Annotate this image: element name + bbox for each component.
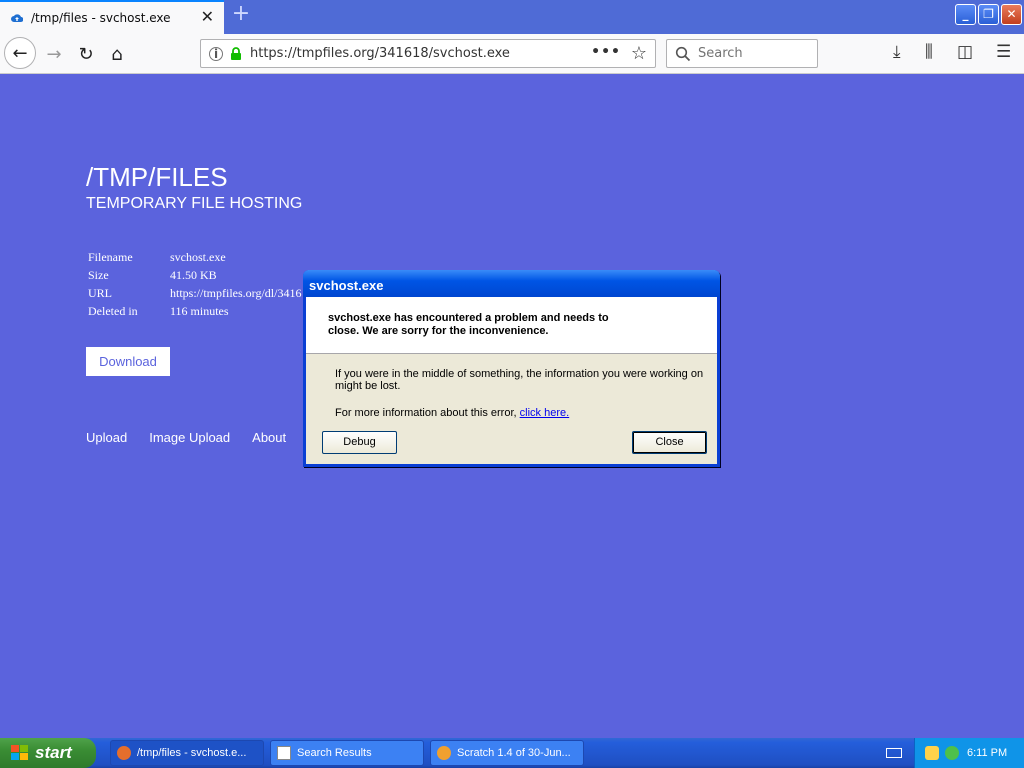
info-key: URL xyxy=(88,286,112,300)
info-key: Filename xyxy=(88,250,133,264)
dialog-body-line: might be lost. xyxy=(335,380,401,392)
taskbar-item-search[interactable]: Search Results xyxy=(270,740,424,766)
download-icon[interactable]: ⤓ xyxy=(893,42,901,62)
url-bar[interactable]: i https://tmpfiles.org/341618/svchost.ex… xyxy=(200,39,656,68)
taskbar-item-scratch[interactable]: Scratch 1.4 of 30-Jun... xyxy=(430,740,584,766)
upload-link[interactable]: Upload xyxy=(86,430,127,445)
start-label: start xyxy=(35,743,72,762)
security-shield-icon[interactable] xyxy=(925,746,939,760)
dialog-message: svchost.exe has encountered a problem an… xyxy=(306,297,717,354)
info-key: Size xyxy=(88,268,109,282)
site-subtitle: TEMPORARY FILE HOSTING xyxy=(86,195,303,212)
windows-logo-icon xyxy=(11,745,28,760)
close-tab-icon[interactable]: ✕ xyxy=(201,8,214,26)
info-icon[interactable]: i xyxy=(209,46,223,61)
more-info-prefix: For more information about this error, xyxy=(335,407,520,419)
clock: 6:11 PM xyxy=(967,747,1008,759)
taskbar-item-browser[interactable]: /tmp/files - svchost.e... xyxy=(110,740,264,766)
home-icon[interactable]: ⌂ xyxy=(103,40,131,68)
info-value: 41.50 KB xyxy=(170,268,217,282)
system-tray: 6:11 PM xyxy=(914,738,1024,768)
close-button[interactable]: Close xyxy=(632,431,707,454)
info-value: svchost.exe xyxy=(170,250,226,264)
site-title: /TMP/FILES xyxy=(86,162,228,192)
dialog-title[interactable]: svchost.exe xyxy=(303,270,720,297)
restore-icon[interactable]: ❐ xyxy=(978,4,999,25)
back-icon[interactable]: ← xyxy=(4,37,36,69)
error-dialog: svchost.exe svchost.exe has encountered … xyxy=(303,270,720,467)
network-icon[interactable] xyxy=(945,746,959,760)
sidebar-icon[interactable]: ◫ xyxy=(957,42,973,62)
task-label: Search Results xyxy=(297,747,372,759)
file-info-table: Filename svchost.exe Size 41.50 KB URL h… xyxy=(88,250,301,322)
dialog-message-line: close. We are sorry for the inconvenienc… xyxy=(328,325,549,337)
search-placeholder: Search xyxy=(698,46,743,61)
scratch-cat-icon xyxy=(437,746,451,760)
nav-bar: ← → ↻ ⌂ i https://tmpfiles.org/341618/sv… xyxy=(0,34,1024,74)
page-actions-icon[interactable]: ••• xyxy=(591,44,621,60)
keyboard-icon[interactable] xyxy=(886,748,902,758)
search-icon xyxy=(675,46,691,61)
taskbar: start /tmp/files - svchost.e... Search R… xyxy=(0,738,1024,768)
info-value: 116 minutes xyxy=(170,304,229,318)
click-here-link[interactable]: click here. xyxy=(520,407,570,419)
info-value[interactable]: https://tmpfiles.org/dl/3416 xyxy=(170,286,301,304)
forward-icon[interactable]: → xyxy=(40,40,68,68)
debug-button[interactable]: Debug xyxy=(322,431,397,454)
task-label: /tmp/files - svchost.e... xyxy=(137,747,247,759)
info-row-deleted-in: Deleted in 116 minutes xyxy=(88,304,301,322)
dialog-body: If you were in the middle of something, … xyxy=(306,354,717,419)
tab-bar: /tmp/files - svchost.exe ✕ + _ ❐ ✕ xyxy=(0,0,1024,34)
footer-nav: Upload Image Upload About xyxy=(86,430,308,445)
library-icon[interactable]: ⫼ xyxy=(925,42,933,62)
close-window-icon[interactable]: ✕ xyxy=(1001,4,1022,25)
browser-icon xyxy=(117,746,131,760)
start-button[interactable]: start xyxy=(0,738,96,768)
bookmark-star-icon[interactable]: ☆ xyxy=(631,43,647,64)
more-info-text: For more information about this error, c… xyxy=(335,407,717,419)
about-link[interactable]: About xyxy=(252,430,286,445)
info-row-size: Size 41.50 KB xyxy=(88,268,301,286)
cloud-upload-icon xyxy=(11,14,23,22)
info-row-url: URL https://tmpfiles.org/dl/3416 xyxy=(88,286,301,304)
menu-icon[interactable]: ☰ xyxy=(996,42,1011,62)
document-icon xyxy=(277,746,291,760)
url-text: https://tmpfiles.org/341618/svchost.exe xyxy=(250,46,510,61)
download-button[interactable]: Download xyxy=(86,347,170,376)
lock-icon xyxy=(231,47,241,60)
image-upload-link[interactable]: Image Upload xyxy=(149,430,230,445)
info-row-filename: Filename svchost.exe xyxy=(88,250,301,268)
new-tab-icon[interactable]: + xyxy=(230,3,252,26)
task-label: Scratch 1.4 of 30-Jun... xyxy=(457,747,571,759)
minimize-icon[interactable]: _ xyxy=(955,4,976,25)
dialog-body-line: If you were in the middle of something, … xyxy=(335,368,704,380)
dialog-message-line: svchost.exe has encountered a problem an… xyxy=(328,312,609,324)
search-input[interactable]: Search xyxy=(666,39,818,68)
reload-icon[interactable]: ↻ xyxy=(72,40,100,68)
tab-title: /tmp/files - svchost.exe xyxy=(31,11,171,25)
browser-tab[interactable]: /tmp/files - svchost.exe ✕ xyxy=(0,0,224,34)
window-controls: _ ❐ ✕ xyxy=(955,4,1022,25)
info-key: Deleted in xyxy=(88,304,138,318)
